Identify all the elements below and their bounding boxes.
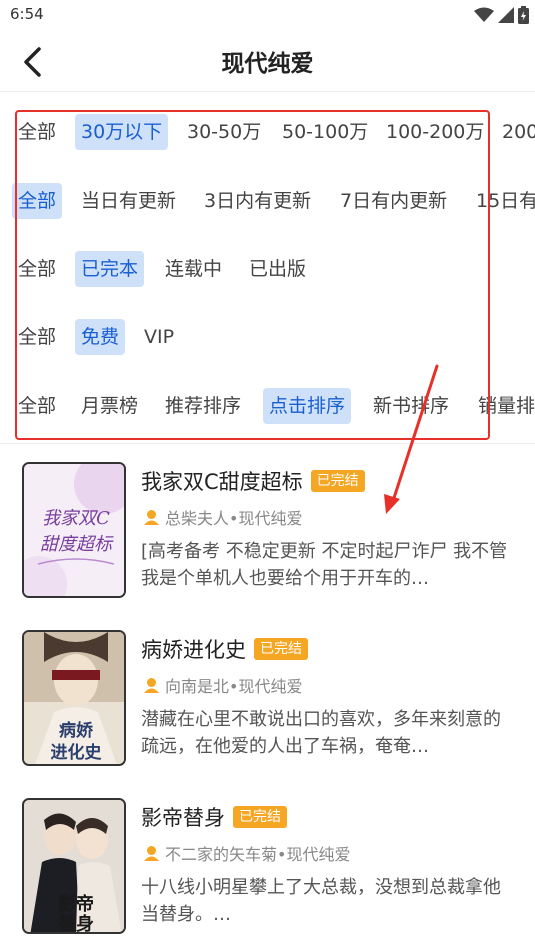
app-header: 现代纯爱 <box>0 32 535 92</box>
filter-divider <box>0 443 535 444</box>
wifi-icon <box>474 7 494 22</box>
svg-text:影帝: 影帝 <box>58 893 94 915</box>
chip-status-completed[interactable]: 已完本 <box>75 251 145 287</box>
svg-text:甜度超标: 甜度超标 <box>40 534 114 555</box>
filter-panel: 全部 30万以下 30-50万 50-100万 100-200万 200 全部 … <box>0 96 535 444</box>
chip-update-7days[interactable]: 7日有内更新 <box>334 183 453 219</box>
chip-sort-sales[interactable]: 销量排 <box>472 388 535 424</box>
book-description: [高考备考 不稳定更新 不定时起尸诈尸 我不管我是个单机人也要给个用于开车的… <box>141 541 508 589</box>
status-bar: 6:54 <box>0 0 535 32</box>
chip-word-over-2m[interactable]: 200 <box>496 114 535 150</box>
battery-icon <box>518 6 529 24</box>
chip-price-all[interactable]: 全部 <box>12 319 62 355</box>
filter-row-update: 全部 当日有更新 3日内有更新 7日有内更新 15日有 <box>0 183 535 229</box>
chip-update-all[interactable]: 全部 <box>12 183 63 219</box>
book-title-line: 病娇进化史 已完结 <box>141 634 308 664</box>
author-icon <box>144 845 159 861</box>
filter-row-status: 全部 已完本 连载中 已出版 <box>0 251 535 297</box>
chip-price-free[interactable]: 免费 <box>75 319 126 355</box>
book-meta: 向南是北•现代纯爱 <box>143 673 302 697</box>
book-title-line: 我家双C甜度超标 已完结 <box>141 466 365 496</box>
svg-text:进化史: 进化史 <box>51 742 103 763</box>
book-item[interactable]: 病娇 进化史 病娇进化史 已完结 向南是北•现代纯爱 潜藏在心里不敢说出口的喜欢… <box>0 630 535 780</box>
chip-update-today[interactable]: 当日有更新 <box>75 183 182 219</box>
page-title: 现代纯爱 <box>221 51 314 77</box>
book-title[interactable]: 我家双C甜度超标 <box>141 466 303 496</box>
book-author-category: 向南是北•现代纯爱 <box>165 677 303 696</box>
filter-row-word-count: 全部 30万以下 30-50万 50-100万 100-200万 200 <box>0 114 535 160</box>
chip-status-all[interactable]: 全部 <box>12 251 62 287</box>
book-description: 潜藏在心里不敢说出口的喜欢，多年来刻意的疏远，在他爱的人出了车祸，奄奄… <box>141 709 501 757</box>
book-title-line: 影帝替身 已完结 <box>141 802 287 832</box>
chip-sort-recommended[interactable]: 推荐排序 <box>159 388 247 424</box>
svg-text:替身: 替身 <box>58 913 94 934</box>
chip-word-500k-1m[interactable]: 50-100万 <box>276 114 374 150</box>
author-icon <box>144 677 159 693</box>
chip-status-published[interactable]: 已出版 <box>243 251 312 287</box>
book-meta: 不二家的矢车菊•现代纯爱 <box>143 841 350 865</box>
signal-icon <box>498 7 514 23</box>
chip-sort-monthly-ticket[interactable]: 月票榜 <box>75 388 144 424</box>
book-cover[interactable]: 病娇 进化史 <box>22 630 126 766</box>
status-badge: 已完结 <box>254 638 308 660</box>
book-cover[interactable]: 我家双C 甜度超标 <box>22 462 126 598</box>
chip-sort-clicks[interactable]: 点击排序 <box>263 388 352 424</box>
chip-price-vip[interactable]: VIP <box>138 319 180 355</box>
book-cover[interactable]: 影帝 替身 <box>22 798 126 934</box>
author-icon <box>144 509 159 525</box>
status-badge: 已完结 <box>233 806 287 828</box>
chip-update-3days[interactable]: 3日内有更新 <box>198 183 317 219</box>
filter-row-sort: 全部 月票榜 推荐排序 点击排序 新书排序 销量排 <box>0 388 535 434</box>
chip-word-300-500k[interactable]: 30-50万 <box>181 114 267 150</box>
svg-text:病娇: 病娇 <box>59 720 94 741</box>
chip-sort-all[interactable]: 全部 <box>12 388 62 424</box>
status-badge: 已完结 <box>310 470 365 492</box>
chip-word-under-300k[interactable]: 30万以下 <box>75 114 169 150</box>
chip-sort-new[interactable]: 新书排序 <box>367 388 455 424</box>
book-item[interactable]: 影帝 替身 影帝替身 已完结 不二家的矢车菊•现代纯爱 十八线小明星攀上了大总裁… <box>0 798 535 948</box>
filter-row-price: 全部 免费 VIP <box>0 319 535 365</box>
status-time: 6:54 <box>10 5 44 23</box>
svg-text:我家双C: 我家双C <box>42 508 110 529</box>
chip-word-all[interactable]: 全部 <box>12 114 62 150</box>
chip-status-serializing[interactable]: 连载中 <box>159 251 228 287</box>
book-author-category: 总柴夫人•现代纯爱 <box>165 509 303 528</box>
chip-word-1m-2m[interactable]: 100-200万 <box>380 114 490 150</box>
chip-update-15days[interactable]: 15日有 <box>470 183 535 219</box>
book-author-category: 不二家的矢车菊•现代纯爱 <box>165 845 351 864</box>
book-meta: 总柴夫人•现代纯爱 <box>143 505 302 529</box>
book-title[interactable]: 病娇进化史 <box>141 634 246 664</box>
status-icons <box>474 6 529 24</box>
book-description: 十八线小明星攀上了大总裁，没想到总裁拿他当替身。… <box>141 877 501 925</box>
book-title[interactable]: 影帝替身 <box>141 802 225 832</box>
book-item[interactable]: 我家双C 甜度超标 我家双C甜度超标 已完结 总柴夫人•现代纯爱 [高考备考 不… <box>0 462 535 612</box>
